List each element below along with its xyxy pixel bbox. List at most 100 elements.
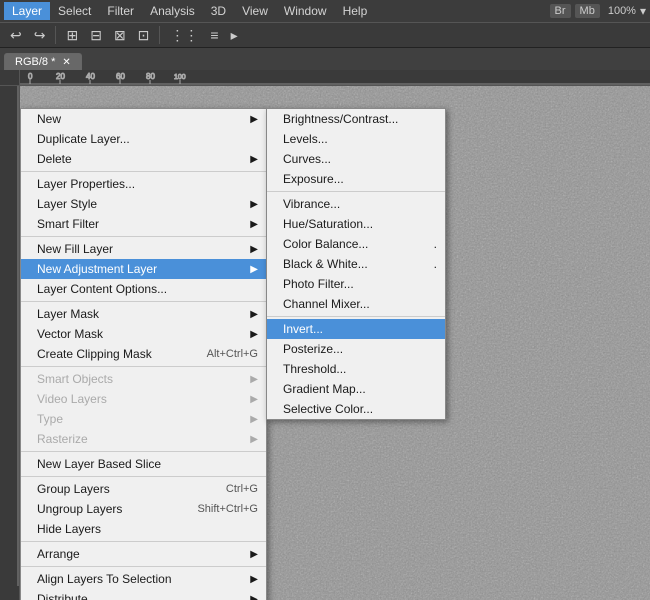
align-left-icon[interactable]: ⊞ [62,25,82,46]
sep-3 [21,301,266,302]
adjustment-arrow: ▶ [250,264,258,275]
menu-item-group[interactable]: Group Layers Ctrl+G [21,479,266,499]
toolbar-sep-1 [55,26,56,44]
active-tab[interactable]: RGB/8 * ✕ [4,53,82,70]
submenu-channel-mixer[interactable]: Channel Mixer... [267,294,445,314]
menu-item-clipping[interactable]: Create Clipping Mask Alt+Ctrl+G [21,344,266,364]
svg-text:0: 0 [28,72,33,81]
adjustment-submenu: Brightness/Contrast... Levels... Curves.… [266,108,446,420]
align-center-h-icon[interactable]: ⊟ [86,25,106,46]
submenu-invert[interactable]: Invert... [267,319,445,339]
menu-layer[interactable]: Layer [4,2,50,20]
sub-sep-2 [267,316,445,317]
badge-mb[interactable]: Mb [575,4,600,18]
ungroup-shortcut: Shift+Ctrl+G [197,503,258,515]
menu-item-video-layers[interactable]: Video Layers ▶ [21,389,266,409]
menu-item-layer-style[interactable]: Layer Style ▶ [21,194,266,214]
svg-text:60: 60 [116,72,125,81]
sep-4 [21,366,266,367]
menu-item-hide[interactable]: Hide Layers [21,519,266,539]
menu-item-layer-content[interactable]: Layer Content Options... [21,279,266,299]
menu-filter[interactable]: Filter [99,2,142,20]
submenu-levels[interactable]: Levels... [267,129,445,149]
canvas-area: WWW.DU New ▶ Duplicate Layer... Delete ▶ [20,86,650,600]
svg-text:100: 100 [174,74,186,81]
type-arrow: ▶ [250,414,258,425]
menu-view[interactable]: View [234,2,276,20]
sep-2 [21,236,266,237]
menu-item-ungroup[interactable]: Ungroup Layers Shift+Ctrl+G [21,499,266,519]
distribute-v-icon[interactable]: ≡ [206,25,222,45]
align-arrow: ▶ [250,574,258,585]
badge-br[interactable]: Br [550,4,571,18]
menu-item-arrange[interactable]: Arrange ▶ [21,544,266,564]
submenu-gradient-map[interactable]: Gradient Map... [267,379,445,399]
arrange-arrow: ▶ [250,549,258,560]
submenu-threshold[interactable]: Threshold... [267,359,445,379]
tab-marker: * [51,56,55,68]
menu-select[interactable]: Select [50,2,99,20]
submenu-brightness[interactable]: Brightness/Contrast... [267,109,445,129]
menu-item-rasterize[interactable]: Rasterize ▶ [21,429,266,449]
submenu-curves[interactable]: Curves... [267,149,445,169]
toolbar: ↩ ↪ ⊞ ⊟ ⊠ ⊡ ⋮⋮ ≡ ▸ [0,22,650,48]
fill-arrow: ▶ [250,244,258,255]
menu-analysis[interactable]: Analysis [142,2,203,20]
style-arrow: ▶ [250,199,258,210]
align-top-icon[interactable]: ⊡ [134,25,154,46]
submenu-selective-color[interactable]: Selective Color... [267,399,445,419]
submenu-photo-filter[interactable]: Photo Filter... [267,274,445,294]
submenu-vibrance[interactable]: Vibrance... [267,194,445,214]
submenu-bw[interactable]: Black & White... . [267,254,445,274]
ruler-area: 0 20 40 60 80 100 [0,70,650,86]
ruler-h-ticks: 0 20 40 60 80 100 [20,70,650,86]
menu-item-layer-mask[interactable]: Layer Mask ▶ [21,304,266,324]
menu-item-new-fill[interactable]: New Fill Layer ▶ [21,239,266,259]
menu-help[interactable]: Help [335,2,376,20]
redo-icon[interactable]: ↪ [30,25,50,46]
menu-item-new-slice[interactable]: New Layer Based Slice [21,454,266,474]
menu-item-align[interactable]: Align Layers To Selection ▶ [21,569,266,589]
tabbar: RGB/8 * ✕ [0,48,650,70]
submenu-hue-sat[interactable]: Hue/Saturation... [267,214,445,234]
svg-text:80: 80 [146,72,155,81]
menu-item-delete[interactable]: Delete ▶ [21,149,266,169]
tab-close-icon[interactable]: ✕ [62,57,70,68]
menu-item-new[interactable]: New ▶ [21,109,266,129]
sep-8 [21,566,266,567]
zoom-arrow[interactable]: ▾ [640,4,646,18]
submenu-posterize[interactable]: Posterize... [267,339,445,359]
sep-7 [21,541,266,542]
submenu-exposure[interactable]: Exposure... [267,169,445,189]
smart-obj-arrow: ▶ [250,374,258,385]
menu-item-vector-mask[interactable]: Vector Mask ▶ [21,324,266,344]
color-balance-dot: . [434,237,437,251]
submenu-color-balance[interactable]: Color Balance... . [267,234,445,254]
menu-window[interactable]: Window [276,2,335,20]
ruler-horizontal: 0 20 40 60 80 100 [20,70,650,86]
menu-3d[interactable]: 3D [203,2,234,20]
sep-1 [21,171,266,172]
new-arrow: ▶ [250,114,258,125]
sep-5 [21,451,266,452]
menu-item-smart-filter[interactable]: Smart Filter ▶ [21,214,266,234]
menu-item-smart-objects[interactable]: Smart Objects ▶ [21,369,266,389]
menu-item-layer-props[interactable]: Layer Properties... [21,174,266,194]
video-arrow: ▶ [250,394,258,405]
menu-item-distribute[interactable]: Distribute ▶ [21,589,266,600]
undo-icon[interactable]: ↩ [6,25,26,46]
main-area: WWW.DU New ▶ Duplicate Layer... Delete ▶ [0,86,650,600]
ruler-v-svg [0,86,20,586]
menu-item-duplicate[interactable]: Duplicate Layer... [21,129,266,149]
rasterize-arrow: ▶ [250,434,258,445]
distribute-arrow: ▶ [250,594,258,600]
tab-name: RGB/8 [15,56,48,68]
smart-filter-arrow: ▶ [250,219,258,230]
align-right-icon[interactable]: ⊠ [110,25,130,46]
layer-menu: New ▶ Duplicate Layer... Delete ▶ Layer … [20,108,267,600]
menu-item-new-adjustment[interactable]: New Adjustment Layer ▶ [21,259,266,279]
distribute-h-icon[interactable]: ⋮⋮ [166,25,202,46]
more-options-icon[interactable]: ▸ [227,25,242,46]
menu-item-type[interactable]: Type ▶ [21,409,266,429]
svg-text:20: 20 [56,72,65,81]
